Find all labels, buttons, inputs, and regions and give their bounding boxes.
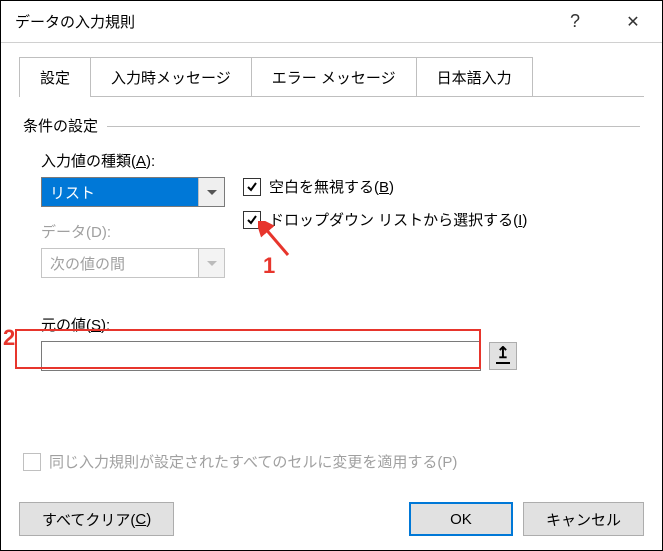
data-combo-button	[198, 249, 224, 277]
fieldset-header: 条件の設定	[23, 115, 640, 136]
allow-combo[interactable]: リスト	[41, 177, 225, 207]
in-cell-dropdown-row[interactable]: ドロップダウン リストから選択する(I)	[243, 209, 527, 230]
ignore-blank-checkbox[interactable]	[243, 178, 261, 196]
section-divider	[107, 126, 640, 127]
source-input[interactable]	[41, 341, 481, 371]
window-title: データの入力規則	[15, 11, 546, 32]
cancel-button[interactable]: キャンセル	[523, 502, 644, 536]
allow-combo-value: リスト	[42, 178, 198, 206]
section-label: 条件の設定	[23, 118, 98, 135]
apply-all-label: 同じ入力規則が設定されたすべてのセルに変更を適用する(P)	[49, 451, 457, 472]
tab-error-alert[interactable]: エラー メッセージ	[252, 57, 417, 97]
range-picker-button[interactable]: ↥	[489, 342, 517, 370]
apply-all-row: 同じ入力規則が設定されたすべてのセルに変更を適用する(P)	[23, 451, 457, 472]
close-button[interactable]: ✕	[604, 1, 662, 43]
chevron-down-icon	[207, 261, 217, 266]
data-combo-value: 次の値の間	[42, 249, 198, 277]
check-icon	[246, 214, 258, 226]
tab-input-message[interactable]: 入力時メッセージ	[91, 57, 252, 97]
clear-all-button[interactable]: すべてクリア(C)	[19, 502, 174, 536]
check-icon	[246, 181, 258, 193]
source-label: 元の値(S):	[41, 314, 640, 335]
data-label: データ(D):	[41, 221, 225, 242]
footer: すべてクリア(C) OK キャンセル	[1, 490, 662, 550]
help-button[interactable]: ?	[546, 1, 604, 43]
in-cell-dropdown-label: ドロップダウン リストから選択する(I)	[269, 209, 527, 230]
apply-all-checkbox	[23, 453, 41, 471]
content-area: 条件の設定 入力値の種類(A): リスト データ(D): 次の値の間	[1, 97, 662, 490]
chevron-down-icon	[207, 190, 217, 195]
dialog-window: データの入力規則 ? ✕ 設定 入力時メッセージ エラー メッセージ 日本語入力…	[0, 0, 663, 551]
titlebar: データの入力規則 ? ✕	[1, 1, 662, 43]
ignore-blank-label: 空白を無視する(B)	[269, 176, 394, 197]
ok-button[interactable]: OK	[409, 502, 513, 536]
in-cell-dropdown-checkbox[interactable]	[243, 211, 261, 229]
tab-settings[interactable]: 設定	[19, 57, 91, 97]
tab-ime[interactable]: 日本語入力	[417, 57, 533, 97]
ignore-blank-row[interactable]: 空白を無視する(B)	[243, 176, 527, 197]
data-combo: 次の値の間	[41, 248, 225, 278]
allow-combo-button[interactable]	[198, 178, 224, 206]
tab-bar: 設定 入力時メッセージ エラー メッセージ 日本語入力	[1, 43, 662, 97]
allow-label: 入力値の種類(A):	[41, 150, 225, 171]
annotation-marker-2: 2	[3, 325, 15, 351]
range-picker-icon: ↥	[496, 348, 509, 364]
tab-underline	[19, 96, 644, 97]
